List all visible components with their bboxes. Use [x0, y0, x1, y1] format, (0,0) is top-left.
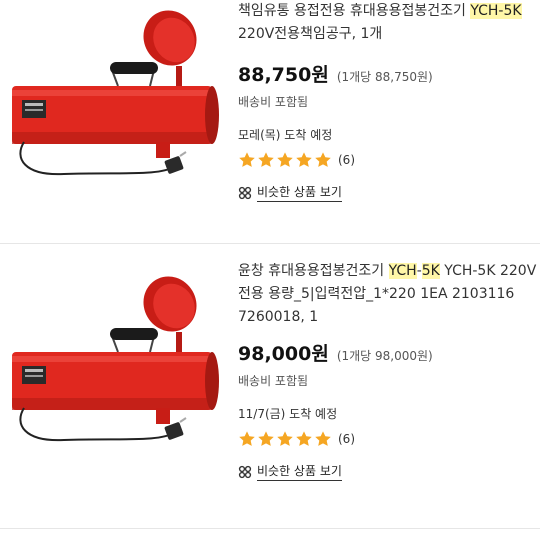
- star-icon: [277, 152, 293, 167]
- product-card[interactable]: 책임유통 용접전용 휴대용용접봉건조기 YCH-5K 220V전용책임공구, 1…: [0, 0, 540, 243]
- star-rating: [238, 151, 332, 169]
- shipping-info: 배송비 포함됨: [238, 95, 309, 109]
- rating: (6): [238, 430, 538, 448]
- star-icon: [258, 152, 274, 167]
- price-row: 88,750원 (1개당 88,750원): [238, 60, 538, 87]
- price: 98,000원: [238, 343, 329, 365]
- review-count: (6): [338, 432, 355, 446]
- similar-products-icon: [238, 186, 252, 199]
- similar-products-label: 비슷한 상품 보기: [257, 462, 342, 481]
- star-icon: [296, 152, 312, 167]
- product-title[interactable]: 책임유통 용접전용 휴대용용접봉건조기 YCH-5K 220V전용책임공구, 1…: [238, 0, 538, 46]
- arrival-info: 모레(목) 도착 예정: [238, 128, 333, 142]
- similar-products-button[interactable]: 비슷한 상품 보기: [238, 462, 538, 481]
- similar-products-button[interactable]: 비슷한 상품 보기: [238, 183, 538, 202]
- title-highlight: YCH: [470, 3, 499, 19]
- star-icon: [277, 431, 293, 446]
- star-rating: [238, 430, 332, 448]
- star-icon: [315, 152, 331, 167]
- unit-price: (1개당 98,000원): [336, 349, 433, 363]
- product-card[interactable]: 윤창 휴대용용접봉건조기 YCH-5K YCH-5K 220V전용 용량_5|입…: [0, 244, 540, 528]
- rating: (6): [238, 151, 538, 169]
- product-title[interactable]: 윤창 휴대용용접봉건조기 YCH-5K YCH-5K 220V전용 용량_5|입…: [238, 260, 538, 329]
- similar-products-icon: [238, 465, 252, 478]
- title-text: 윤창 휴대용용접봉건조기: [238, 263, 389, 279]
- price: 88,750원: [238, 64, 329, 86]
- star-icon: [239, 431, 255, 446]
- star-icon: [239, 152, 255, 167]
- title-text: 책임유통 용접전용 휴대용용접봉건조기: [238, 3, 471, 19]
- review-count: (6): [338, 153, 355, 167]
- similar-products-label: 비슷한 상품 보기: [257, 183, 342, 202]
- star-icon: [315, 431, 331, 446]
- price-row: 98,000원 (1개당 98,000원): [238, 339, 538, 366]
- title-highlight: YCH: [388, 263, 417, 279]
- product-image[interactable]: [4, 274, 230, 474]
- title-text: 220V전용책임공구, 1개: [238, 26, 383, 42]
- rod-oven-image: [12, 10, 219, 176]
- title-highlight: -5K: [498, 3, 522, 19]
- title-highlight: 5K: [421, 263, 440, 279]
- star-icon: [258, 431, 274, 446]
- shipping-info: 배송비 포함됨: [238, 374, 309, 388]
- title-text: -: [416, 263, 422, 279]
- arrival-info: 11/7(금) 도착 예정: [238, 407, 338, 421]
- divider: [0, 528, 540, 529]
- star-icon: [296, 431, 312, 446]
- rod-oven-image: [12, 276, 219, 442]
- unit-price: (1개당 88,750원): [336, 70, 433, 84]
- product-image[interactable]: [4, 8, 230, 208]
